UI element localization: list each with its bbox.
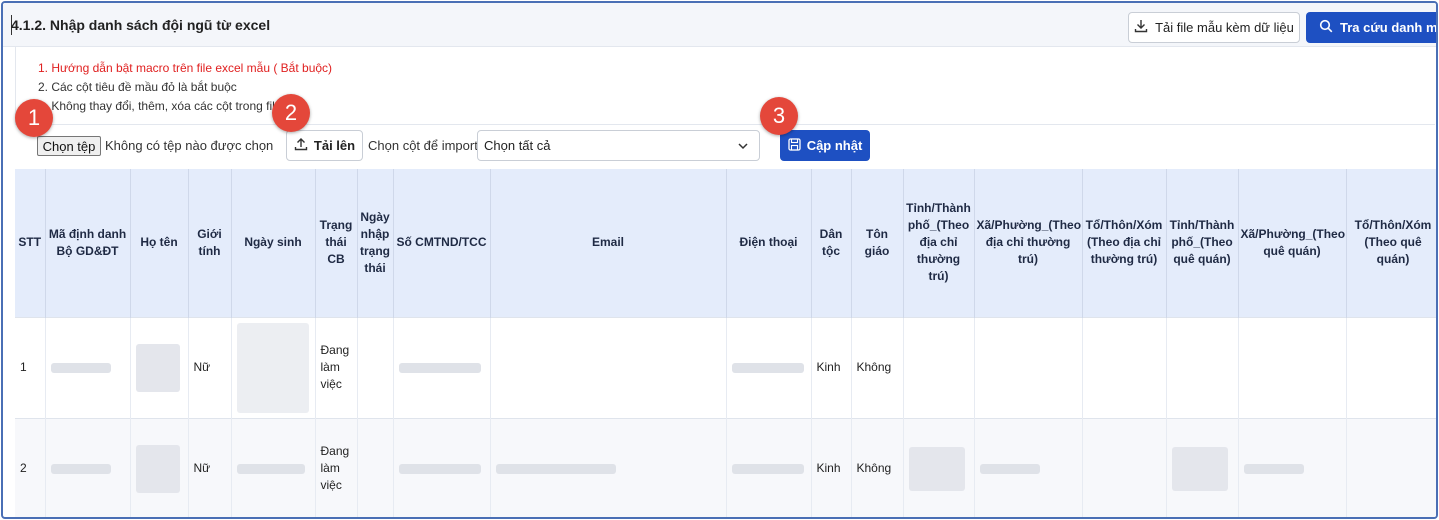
header-full-name: Họ tên: [130, 169, 189, 317]
table-row[interactable]: 2 Nữ Đang làm việc Kinh Không: [15, 417, 1436, 517]
step-badge-1: 1: [15, 99, 53, 137]
download-template-button[interactable]: Tải file mẫu kèm dữ liệu: [1128, 12, 1300, 43]
header-status-date: Ngày nhập trạng thái: [357, 169, 394, 317]
cell-stt: 1: [15, 316, 46, 418]
cell-staff-status: Đang làm việc: [315, 417, 358, 517]
cell-religion: Không: [851, 417, 904, 517]
cell-ward-residence: [974, 316, 1083, 418]
save-icon: [788, 137, 801, 154]
lookup-catalog-label: Tra cứu danh mục: [1340, 20, 1438, 35]
column-select-label: Chọn cột để import: [368, 138, 478, 153]
cell-status-date: [357, 316, 394, 418]
upload-icon: [294, 137, 308, 154]
header-id-number: Số CMTND/TCC: [393, 169, 491, 317]
download-icon: [1134, 19, 1148, 36]
header-religion: Tôn giáo: [851, 169, 904, 317]
search-icon: [1319, 19, 1333, 36]
cell-phone-redacted: [726, 316, 812, 418]
upload-button[interactable]: Tải lên: [286, 130, 363, 161]
table-row[interactable]: 1 Nữ Đang làm việc Kinh Không: [15, 316, 1436, 418]
header-stt: STT: [15, 169, 46, 317]
header-ethnicity: Dân tộc: [811, 169, 852, 317]
header-hamlet-hometown: Tổ/Thôn/Xóm (Theo quê quán): [1346, 169, 1436, 317]
cell-birth-date-redacted: [231, 316, 316, 418]
cell-staff-status: Đang làm việc: [315, 316, 358, 418]
cell-moet-id-redacted: [45, 417, 131, 517]
cell-phone-redacted: [726, 417, 812, 517]
column-select-value: Chọn tất cả: [484, 138, 551, 153]
cell-moet-id-redacted: [45, 316, 131, 418]
cell-province-residence-redacted: [903, 417, 975, 517]
cell-full-name-redacted: [130, 417, 189, 517]
cell-religion: Không: [851, 316, 904, 418]
cell-hamlet-residence: [1082, 316, 1167, 418]
panel-header: 4.1.2. Nhập danh sách đội ngũ từ excel T…: [3, 3, 1438, 47]
cell-email-redacted: [490, 417, 727, 517]
cell-id-number-redacted: [393, 417, 491, 517]
header-gender: Giới tính: [188, 169, 232, 317]
cell-ethnicity: Kinh: [811, 417, 852, 517]
column-select[interactable]: Chọn tất cả: [477, 130, 760, 161]
cell-id-number-redacted: [393, 316, 491, 418]
upload-label: Tải lên: [313, 138, 356, 153]
cell-hamlet-hometown: [1346, 316, 1436, 418]
cell-gender: Nữ: [188, 417, 232, 517]
table-header-row: STT Mã định danh Bộ GD&ĐT Họ tên Giới tí…: [15, 169, 1436, 317]
update-label: Cập nhật: [806, 138, 863, 153]
page-title: 4.1.2. Nhập danh sách đội ngũ từ excel: [11, 17, 271, 33]
cell-email: [490, 316, 727, 418]
header-staff-status: Trạng thái CB: [315, 169, 358, 317]
header-birth-date: Ngày sinh: [231, 169, 316, 317]
header-ward-residence: Xã/Phường_(Theo địa chỉ thường trú): [974, 169, 1083, 317]
lookup-catalog-button[interactable]: Tra cứu danh mục: [1306, 12, 1438, 43]
cell-ethnicity: Kinh: [811, 316, 852, 418]
header-ward-hometown: Xã/Phường_(Theo quê quán): [1238, 169, 1347, 317]
step-badge-2: 2: [272, 94, 310, 132]
cell-full-name-redacted: [130, 316, 189, 418]
cell-status-date: [357, 417, 394, 517]
file-status-text: Không có tệp nào được chọn: [105, 138, 274, 153]
import-panel: 4.1.2. Nhập danh sách đội ngũ từ excel T…: [1, 1, 1438, 519]
update-button[interactable]: Cập nhật: [780, 130, 870, 161]
cell-province-hometown-redacted: [1166, 417, 1239, 517]
header-province-hometown: Tỉnh/Thành phố_(Theo quê quán): [1166, 169, 1239, 317]
note-macro-guide[interactable]: 1. Hướng dẫn bật macro trên file excel m…: [38, 61, 332, 75]
cell-birth-date-redacted: [231, 417, 316, 517]
note-no-change-columns: 3. Không thay đổi, thêm, xóa các cột tro…: [38, 99, 309, 113]
chevron-down-icon: [737, 140, 749, 155]
choose-file-button[interactable]: Chọn tệp: [37, 136, 101, 156]
header-phone: Điện thoại: [726, 169, 812, 317]
cell-gender: Nữ: [188, 316, 232, 418]
cell-ward-hometown-redacted: [1238, 417, 1347, 517]
header-hamlet-residence: Tổ/Thôn/Xóm (Theo địa chỉ thường trú): [1082, 169, 1167, 317]
cell-ward-residence-redacted: [974, 417, 1083, 517]
cell-ward-hometown: [1238, 316, 1347, 418]
staff-table: STT Mã định danh Bộ GD&ĐT Họ tên Giới tí…: [15, 169, 1436, 517]
note-required-columns: 2. Các cột tiêu đề mầu đỏ là bắt buộc: [38, 80, 237, 94]
cell-hamlet-hometown: [1346, 417, 1436, 517]
instruction-notes: 1. Hướng dẫn bật macro trên file excel m…: [15, 47, 1435, 125]
cell-stt: 2: [15, 417, 46, 517]
cell-hamlet-residence: [1082, 417, 1167, 517]
cell-province-residence: [903, 316, 975, 418]
cell-province-hometown: [1166, 316, 1239, 418]
header-email: Email: [490, 169, 727, 317]
header-province-residence: Tỉnh/Thành phố_(Theo địa chỉ thường trú): [903, 169, 975, 317]
download-template-label: Tải file mẫu kèm dữ liệu: [1155, 20, 1294, 35]
header-moet-id: Mã định danh Bộ GD&ĐT: [45, 169, 131, 317]
step-badge-3: 3: [760, 97, 798, 135]
